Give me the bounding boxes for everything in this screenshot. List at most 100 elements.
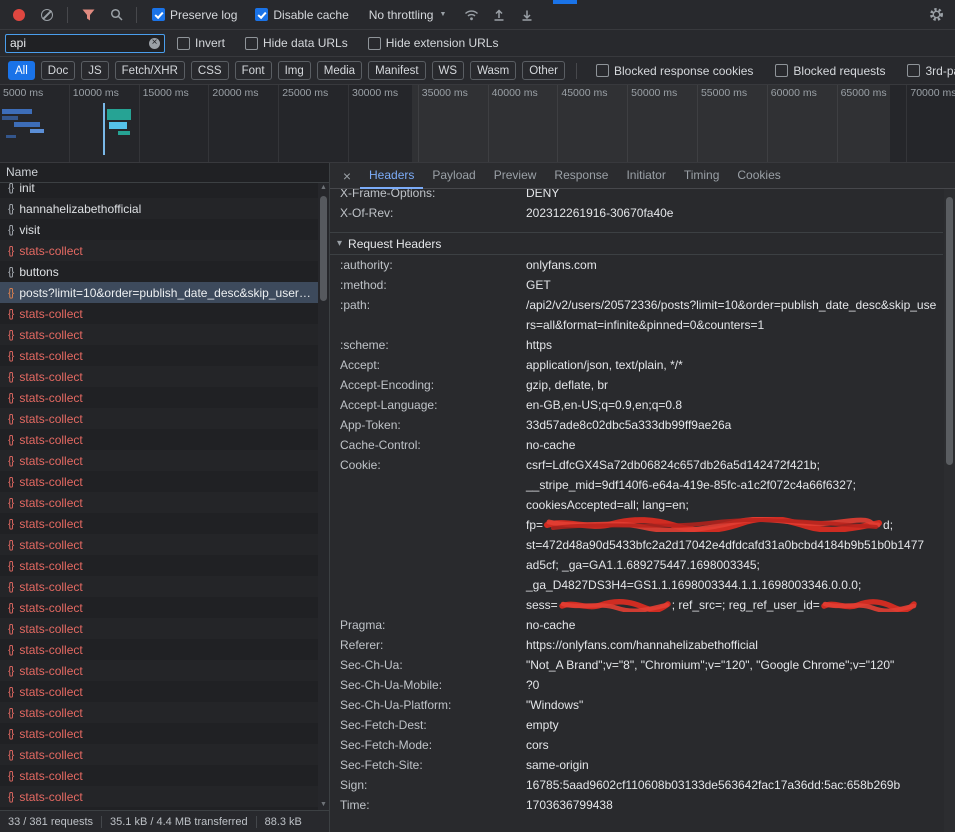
request-list-scrollbar[interactable]: ▲ ▼	[318, 183, 329, 810]
header-value: empty	[526, 715, 943, 735]
details-tab[interactable]: Preview	[485, 163, 546, 189]
request-row[interactable]: {} stats-collect	[0, 534, 318, 555]
request-row[interactable]: {} stats-collect	[0, 765, 318, 786]
type-filter-button[interactable]: JS	[81, 61, 108, 80]
request-row[interactable]: {} stats-collect	[0, 450, 318, 471]
export-har-button[interactable]	[514, 3, 540, 27]
json-braces-icon: {}	[8, 560, 13, 572]
filter-toggle-button[interactable]	[75, 3, 101, 27]
filter-input[interactable]	[10, 36, 145, 50]
network-filter-checkbox[interactable]: Blocked requests	[775, 64, 885, 78]
type-filter-button[interactable]: Manifest	[368, 61, 425, 80]
type-filter-button[interactable]: Font	[235, 61, 272, 80]
request-row[interactable]: {} stats-collect	[0, 660, 318, 681]
disable-cache-label: Disable cache	[273, 8, 348, 22]
details-scrollbar[interactable]	[944, 189, 955, 832]
header-row: :authority: onlyfans.com	[330, 255, 943, 275]
type-filter-button[interactable]: WS	[432, 61, 465, 80]
request-name: stats-collect	[19, 517, 82, 531]
type-filter-button[interactable]: Media	[317, 61, 362, 80]
request-name: stats-collect	[19, 244, 82, 258]
type-filter-button[interactable]: Img	[278, 61, 311, 80]
type-filter-button[interactable]: Other	[522, 61, 565, 80]
request-row[interactable]: {} stats-collect	[0, 702, 318, 723]
preserve-log-checkbox[interactable]: Preserve log	[152, 8, 237, 22]
request-name: stats-collect	[19, 622, 82, 636]
hide-data-urls-checkbox[interactable]: Hide data URLs	[245, 36, 348, 50]
request-row[interactable]: {} buttons	[0, 261, 318, 282]
details-tab[interactable]: Timing	[675, 163, 729, 189]
network-conditions-icon	[464, 9, 479, 21]
header-row: :scheme: https	[330, 335, 943, 355]
request-row[interactable]: {} stats-collect	[0, 408, 318, 429]
request-row[interactable]: {} stats-collect	[0, 723, 318, 744]
throttling-dropdown[interactable]: No throttling ▼	[369, 8, 447, 22]
request-row[interactable]: {} stats-collect	[0, 681, 318, 702]
cookie-fragment: d;	[883, 518, 893, 532]
import-har-button[interactable]	[486, 3, 512, 27]
request-row[interactable]: {} stats-collect	[0, 240, 318, 261]
network-conditions-button[interactable]	[458, 3, 484, 27]
request-row[interactable]: {} stats-collect	[0, 366, 318, 387]
request-name: stats-collect	[19, 748, 82, 762]
record-button[interactable]	[6, 3, 32, 27]
type-filter-button[interactable]: Fetch/XHR	[115, 61, 185, 80]
checkbox-icon	[245, 37, 258, 50]
scrollbar-thumb[interactable]	[320, 196, 327, 301]
request-row[interactable]: {} stats-collect	[0, 471, 318, 492]
toolbar-divider	[576, 63, 577, 79]
network-filter-checkbox[interactable]: 3rd-party requests	[907, 64, 955, 78]
request-count: 33 / 381 requests	[0, 816, 101, 828]
request-row[interactable]: {} stats-collect	[0, 576, 318, 597]
timeline-overview[interactable]: 5000 ms 10000 ms 15000 ms 20000 ms 25000…	[0, 85, 955, 163]
details-tab[interactable]: Response	[545, 163, 617, 189]
details-tab[interactable]: Cookies	[728, 163, 789, 189]
request-row[interactable]: {} visit	[0, 219, 318, 240]
settings-button[interactable]	[923, 3, 949, 27]
scroll-up-icon[interactable]: ▲	[318, 183, 329, 193]
request-row[interactable]: {} init	[0, 183, 318, 198]
invert-checkbox[interactable]: Invert	[177, 36, 225, 50]
type-filter-button[interactable]: CSS	[191, 61, 229, 80]
details-tab[interactable]: Payload	[423, 163, 484, 189]
timeline-tick-label: 70000 ms	[907, 85, 955, 99]
request-name: stats-collect	[19, 391, 82, 405]
waterfall-bar	[107, 109, 131, 120]
request-row[interactable]: {} stats-collect	[0, 513, 318, 534]
request-headers-section-header[interactable]: ▾ Request Headers	[330, 232, 943, 255]
request-row[interactable]: {} posts?limit=10&order=publish_date_des…	[0, 282, 318, 303]
scroll-down-icon[interactable]: ▼	[318, 800, 329, 810]
request-row[interactable]: {} stats-collect	[0, 492, 318, 513]
network-filter-checkbox[interactable]: Blocked response cookies	[596, 64, 753, 78]
request-row[interactable]: {} stats-collect	[0, 618, 318, 639]
close-icon[interactable]: ×	[334, 163, 360, 188]
header-value: no-cache	[526, 615, 943, 635]
request-row[interactable]: {} stats-collect	[0, 345, 318, 366]
name-column-header[interactable]: Name	[0, 163, 329, 183]
request-row[interactable]: {} stats-collect	[0, 429, 318, 450]
clear-button[interactable]	[34, 3, 60, 27]
request-row[interactable]: {} stats-collect	[0, 786, 318, 807]
request-row[interactable]: {} stats-collect	[0, 639, 318, 660]
header-value: onlyfans.com	[526, 255, 943, 275]
request-row[interactable]: {} stats-collect	[0, 303, 318, 324]
clear-filter-icon[interactable]: ×	[149, 38, 160, 49]
request-row[interactable]: {} stats-collect	[0, 744, 318, 765]
request-row[interactable]: {} stats-collect	[0, 387, 318, 408]
type-filter-button[interactable]: All	[8, 61, 35, 80]
request-row[interactable]: {} stats-collect	[0, 324, 318, 345]
search-button[interactable]	[103, 3, 129, 27]
type-filter-button[interactable]: Wasm	[470, 61, 516, 80]
type-filter-button[interactable]: Doc	[41, 61, 75, 80]
hide-extension-urls-checkbox[interactable]: Hide extension URLs	[368, 36, 499, 50]
details-tab[interactable]: Headers	[360, 163, 423, 189]
disable-cache-checkbox[interactable]: Disable cache	[255, 8, 348, 22]
scrollbar-thumb[interactable]	[946, 197, 953, 465]
request-name: stats-collect	[19, 496, 82, 510]
details-tab[interactable]: Initiator	[617, 163, 674, 189]
request-row[interactable]: {} hannahelizabethofficial	[0, 198, 318, 219]
request-row[interactable]: {} stats-collect	[0, 555, 318, 576]
timeline-cell: 65000 ms	[838, 85, 908, 162]
timeline-cell: 55000 ms	[698, 85, 768, 162]
request-row[interactable]: {} stats-collect	[0, 597, 318, 618]
